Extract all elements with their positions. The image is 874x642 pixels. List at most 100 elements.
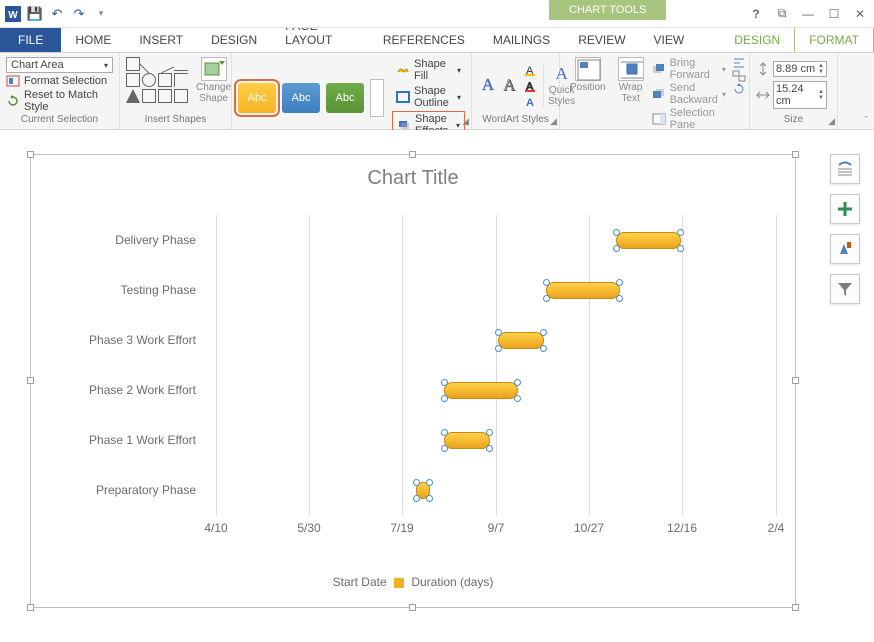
group-shape-styles: Abc Abc Abc Shape Fill▾ Shape Outline▾ S… (232, 53, 472, 129)
text-outline-icon[interactable]: A (523, 79, 539, 93)
width-spinner[interactable]: 15.24 cm▲▼ (756, 81, 827, 109)
chart-side-panel (830, 154, 860, 304)
tab-home[interactable]: HOME (61, 28, 125, 52)
chart-element-value: Chart Area (11, 59, 64, 71)
ribbon-tabstrip: FILE HOME INSERT DESIGN PAGE LAYOUT REFE… (0, 28, 874, 52)
shape-fill-button[interactable]: Shape Fill▾ (392, 57, 465, 83)
plot-area[interactable]: Delivery Phase Testing Phase Phase 3 Wor… (216, 215, 776, 515)
window-controls: ? ⧉ — ☐ ✕ (746, 6, 870, 21)
tab-references[interactable]: REFERENCES (369, 28, 479, 52)
selection-pane-button[interactable]: Selection Pane (652, 107, 726, 131)
tab-chart-design[interactable]: DESIGN (720, 28, 794, 52)
ribbon-options-icon[interactable]: ⧉ (772, 6, 792, 21)
group-label: Current Selection (6, 114, 113, 127)
send-backward-icon (652, 88, 666, 100)
change-shape-button[interactable]: Change Shape (192, 57, 235, 104)
wordart-preview-a1: A (478, 75, 498, 97)
contextual-tab-set: CHART TOOLS (549, 0, 666, 20)
position-button[interactable]: Position (566, 57, 610, 94)
bring-forward-icon (652, 63, 666, 75)
document-area: Chart Title Delivery Phase Testing Phase… (0, 130, 874, 642)
tab-mailings[interactable]: MAILINGS (479, 28, 564, 52)
undo-icon[interactable]: ↶ (48, 5, 66, 23)
reset-icon (6, 95, 20, 107)
tab-view[interactable]: VIEW (640, 28, 699, 52)
collapse-ribbon-icon[interactable]: ˇ (864, 115, 868, 127)
x-tick-label: 10/27 (574, 521, 604, 535)
style-swatch-1[interactable]: Abc (238, 83, 276, 113)
layout-options-button[interactable] (830, 154, 860, 184)
chart-styles-button[interactable] (830, 234, 860, 264)
align-icon[interactable] (732, 57, 746, 69)
x-tick-label: 4/10 (204, 521, 227, 535)
text-fill-icon[interactable]: A (523, 63, 539, 77)
data-bar[interactable] (444, 382, 518, 399)
style-swatch-3[interactable]: Abc (326, 83, 364, 113)
x-tick-label: 12/16 (667, 521, 697, 535)
chart-legend[interactable]: Start Date Duration (days) (31, 575, 795, 589)
redo-icon[interactable]: ↷ (70, 5, 88, 23)
chart-filters-button[interactable] (830, 274, 860, 304)
height-value: 8.89 cm (776, 63, 815, 75)
tab-file[interactable]: FILE (0, 28, 61, 52)
shape-fill-icon (396, 64, 410, 76)
data-bar[interactable] (616, 232, 681, 249)
style-swatch-2[interactable]: Abc (282, 83, 320, 113)
dialog-launcher-icon[interactable]: ◢ (462, 116, 469, 127)
group-arrange: Position Wrap Text Bring Forward ▾ Send … (560, 53, 750, 129)
quick-access-toolbar: W 💾 ↶ ↷ ▾ (0, 5, 110, 23)
shape-outline-button[interactable]: Shape Outline▾ (392, 84, 465, 110)
height-spinner[interactable]: 8.89 cm▲▼ (756, 61, 827, 77)
x-tick-label: 9/7 (488, 521, 505, 535)
qat-customize-icon[interactable]: ▾ (92, 5, 110, 23)
height-icon (756, 62, 770, 76)
data-bar[interactable] (546, 282, 620, 299)
minimize-icon[interactable]: — (798, 7, 818, 21)
bring-forward-button[interactable]: Bring Forward ▾ (652, 57, 726, 81)
change-shape-icon (201, 57, 227, 81)
reset-to-match-style-button[interactable]: Reset to Match Style (6, 89, 113, 113)
chart-object[interactable]: Chart Title Delivery Phase Testing Phase… (30, 154, 796, 608)
group-label: Insert Shapes (126, 114, 225, 127)
format-selection-icon (6, 75, 20, 87)
data-bar[interactable] (444, 432, 490, 449)
ribbon: Chart Area ▾ Format Selection Reset to M… (0, 52, 874, 130)
tab-design[interactable]: DESIGN (197, 28, 271, 52)
chart-title[interactable]: Chart Title (31, 167, 795, 190)
data-bar[interactable] (416, 482, 430, 499)
tab-insert[interactable]: INSERT (125, 28, 197, 52)
data-bar[interactable] (498, 332, 544, 349)
chevron-down-icon: ▾ (104, 61, 108, 70)
y-tick-label: Preparatory Phase (96, 483, 196, 497)
contextual-label: CHART TOOLS (549, 0, 666, 20)
send-backward-button[interactable]: Send Backward ▾ (652, 82, 726, 106)
maximize-icon[interactable]: ☐ (824, 7, 844, 21)
group-icon[interactable] (732, 70, 746, 82)
format-selection-button[interactable]: Format Selection (6, 75, 113, 87)
width-value: 15.24 cm (776, 83, 818, 107)
group-label: Size (756, 114, 831, 127)
y-tick-label: Phase 3 Work Effort (89, 333, 196, 347)
shape-style-gallery[interactable]: Abc Abc Abc (238, 79, 384, 117)
text-effects-icon[interactable]: A (523, 95, 539, 109)
tab-chart-format[interactable]: FORMAT (794, 27, 874, 52)
group-label: WordArt Styles (478, 114, 553, 127)
dialog-launcher-icon[interactable]: ◢ (550, 116, 557, 127)
tab-review[interactable]: REVIEW (564, 28, 639, 52)
help-icon[interactable]: ? (746, 7, 766, 21)
shape-gallery[interactable] (126, 57, 188, 103)
dialog-launcher-icon[interactable]: ◢ (828, 116, 835, 127)
shape-outline-icon (396, 91, 410, 103)
wrap-text-icon (618, 57, 644, 81)
rotate-icon[interactable] (732, 83, 746, 95)
wrap-text-button[interactable]: Wrap Text (614, 57, 648, 104)
y-tick-label: Phase 2 Work Effort (89, 383, 196, 397)
svg-text:W: W (8, 10, 18, 21)
chart-element-dropdown[interactable]: Chart Area ▾ (6, 57, 113, 73)
chart-elements-button[interactable] (830, 194, 860, 224)
save-icon[interactable]: 💾 (26, 5, 44, 23)
wordart-preview-a2: A (499, 75, 519, 97)
gallery-more-icon[interactable] (370, 79, 384, 117)
close-icon[interactable]: ✕ (850, 7, 870, 21)
x-tick-label: 5/30 (297, 521, 320, 535)
